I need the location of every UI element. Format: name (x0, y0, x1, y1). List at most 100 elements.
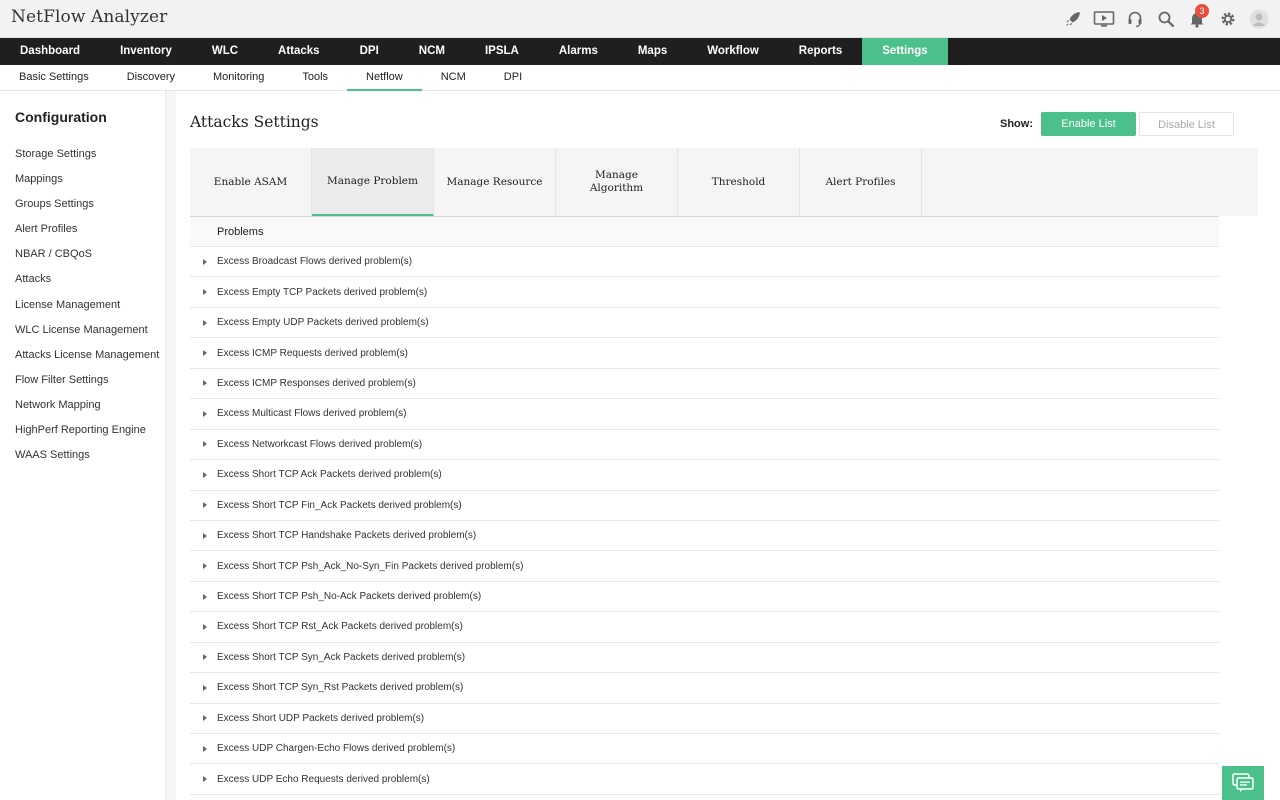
problem-row[interactable]: Excess Multicast Flows derived problem(s… (190, 399, 1219, 430)
problem-row-label: Excess Short TCP Psh_No-Ack Packets deri… (217, 591, 482, 603)
problem-row[interactable]: Excess Short TCP Syn_Rst Packets derived… (190, 673, 1219, 704)
search-icon[interactable] (1151, 0, 1181, 38)
problem-row-label: Excess ICMP Requests derived problem(s) (217, 347, 408, 359)
problem-row[interactable]: Excess Short TCP Syn_Ack Packets derived… (190, 643, 1219, 674)
expand-caret-icon[interactable] (203, 258, 207, 265)
problem-row[interactable]: Excess ICMP Requests derived problem(s) (190, 338, 1219, 369)
subnav-netflow[interactable]: Netflow (347, 65, 422, 91)
tab-alert-profiles[interactable]: Alert Profiles (800, 148, 922, 216)
subnav-dpi[interactable]: DPI (485, 65, 541, 91)
problem-row-label: Excess UDP Chargen-Echo Flows derived pr… (217, 743, 456, 755)
expand-caret-icon[interactable] (203, 593, 207, 600)
problem-row-label: Excess Short TCP Ack Packets derived pro… (217, 469, 442, 481)
problem-row[interactable]: Excess Networkcast Flows derived problem… (190, 430, 1219, 461)
expand-caret-icon[interactable] (203, 350, 207, 357)
expand-caret-icon[interactable] (203, 684, 207, 691)
problem-row[interactable]: Excess Short TCP Psh_Ack_No-Syn_Fin Pack… (190, 551, 1219, 582)
chat-button[interactable] (1222, 766, 1264, 800)
sidebar-item-network-mapping[interactable]: Network Mapping (0, 397, 165, 422)
sidebar-item-storage-settings[interactable]: Storage Settings (0, 146, 165, 171)
expand-caret-icon[interactable] (203, 715, 207, 722)
show-toggle: Show: Enable List Disable List (1000, 112, 1234, 136)
sidebar-item-wlc-license-management[interactable]: WLC License Management (0, 322, 165, 347)
subnav-discovery[interactable]: Discovery (108, 65, 194, 91)
problem-row[interactable]: Excess Short TCP Fin_Ack Packets derived… (190, 491, 1219, 521)
tab-manage-algorithm[interactable]: Manage Algorithm (556, 148, 678, 216)
subnav-basic-settings[interactable]: Basic Settings (0, 65, 108, 91)
chat-icon (1232, 773, 1254, 792)
expand-caret-icon[interactable] (203, 654, 207, 661)
expand-caret-icon[interactable] (203, 776, 207, 783)
problem-row[interactable]: Excess Short TCP Ack Packets derived pro… (190, 460, 1219, 491)
sidebar-item-alert-profiles[interactable]: Alert Profiles (0, 221, 165, 246)
disable-list-button[interactable]: Disable List (1139, 112, 1234, 136)
expand-caret-icon[interactable] (203, 745, 207, 752)
nav-inventory[interactable]: Inventory (100, 38, 192, 65)
bell-icon[interactable]: 3 (1182, 0, 1212, 38)
sidebar-item-license-management[interactable]: License Management (0, 297, 165, 322)
nav-ipsla[interactable]: IPSLA (465, 38, 539, 65)
problem-row[interactable]: Excess UDP Echo Requests derived problem… (190, 764, 1219, 795)
expand-caret-icon[interactable] (203, 289, 207, 296)
nav-dpi[interactable]: DPI (340, 38, 399, 65)
enable-list-button[interactable]: Enable List (1041, 112, 1136, 136)
show-label: Show: (1000, 118, 1033, 130)
sidebar-item-groups-settings[interactable]: Groups Settings (0, 196, 165, 221)
headset-icon[interactable] (1120, 0, 1150, 38)
expand-caret-icon[interactable] (203, 380, 207, 387)
problem-row-label: Excess UDP Echo Requests derived problem… (217, 773, 430, 785)
expand-caret-icon[interactable] (203, 410, 207, 417)
problem-row[interactable]: Excess Empty TCP Packets derived problem… (190, 277, 1219, 308)
nav-attacks[interactable]: Attacks (258, 38, 340, 65)
sidebar-gutter (166, 91, 176, 800)
nav-maps[interactable]: Maps (618, 38, 687, 65)
problem-row[interactable]: Excess UDP Chargen-Echo Flows derived pr… (190, 734, 1219, 765)
sidebar-item-flow-filter-settings[interactable]: Flow Filter Settings (0, 372, 165, 397)
tab-manage-resource[interactable]: Manage Resource (434, 148, 556, 216)
nav-wlc[interactable]: WLC (192, 38, 258, 65)
expand-caret-icon[interactable] (203, 471, 207, 478)
expand-caret-icon[interactable] (203, 319, 207, 326)
sidebar-item-nbar-cbqos[interactable]: NBAR / CBQoS (0, 246, 165, 271)
problem-row[interactable]: Excess Short TCP Rst_Ack Packets derived… (190, 612, 1219, 643)
problem-row-label: Excess Short UDP Packets derived problem… (217, 712, 425, 724)
nav-ncm[interactable]: NCM (399, 38, 465, 65)
problem-row[interactable]: Excess Short TCP Psh_No-Ack Packets deri… (190, 582, 1219, 613)
app-header: NetFlow Analyzer 3 (0, 0, 1280, 38)
gear-icon[interactable] (1213, 0, 1243, 38)
problem-row[interactable]: Excess Short TCP Handshake Packets deriv… (190, 521, 1219, 552)
expand-caret-icon[interactable] (203, 623, 207, 630)
nav-dashboard[interactable]: Dashboard (0, 38, 100, 65)
expand-caret-icon[interactable] (203, 532, 207, 539)
tab-manage-algorithm-label: Manage Algorithm (589, 169, 644, 194)
expand-caret-icon[interactable] (203, 502, 207, 509)
tab-enable-asam[interactable]: Enable ASAM (190, 148, 312, 216)
rocket-icon[interactable] (1058, 0, 1088, 38)
nav-workflow[interactable]: Workflow (687, 38, 779, 65)
nav-settings[interactable]: Settings (862, 38, 948, 65)
problem-row[interactable]: Excess ICMP Responses derived problem(s) (190, 369, 1219, 400)
nav-alarms[interactable]: Alarms (539, 38, 618, 65)
problem-row-label: Excess Short TCP Psh_Ack_No-Syn_Fin Pack… (217, 560, 524, 572)
main-content: Attacks Settings Show: Enable List Disab… (176, 91, 1280, 800)
sidebar-item-attacks[interactable]: Attacks (0, 271, 165, 296)
expand-caret-icon[interactable] (203, 441, 207, 448)
problem-row[interactable]: Excess Short UDP Packets derived problem… (190, 704, 1219, 734)
sidebar-item-highperf-reporting-engine[interactable]: HighPerf Reporting Engine (0, 422, 165, 447)
tab-manage-problem[interactable]: Manage Problem (312, 148, 434, 216)
monitor-play-icon[interactable] (1089, 0, 1119, 38)
main-nav: Dashboard Inventory WLC Attacks DPI NCM … (0, 38, 1280, 65)
expand-caret-icon[interactable] (203, 563, 207, 570)
sidebar-item-attacks-license-management[interactable]: Attacks License Management (0, 347, 165, 372)
subnav-monitoring[interactable]: Monitoring (194, 65, 283, 91)
tab-threshold[interactable]: Threshold (678, 148, 800, 216)
subnav-ncm[interactable]: NCM (422, 65, 485, 91)
problem-row-label: Excess Short TCP Fin_Ack Packets derived… (217, 499, 462, 511)
problem-row[interactable]: Excess Broadcast Flows derived problem(s… (190, 247, 1219, 278)
problem-row[interactable]: Excess Empty UDP Packets derived problem… (190, 308, 1219, 339)
sidebar-item-mappings[interactable]: Mappings (0, 171, 165, 196)
nav-reports[interactable]: Reports (779, 38, 862, 65)
sidebar-item-waas-settings[interactable]: WAAS Settings (0, 447, 165, 472)
user-avatar-icon[interactable] (1244, 0, 1274, 38)
subnav-tools[interactable]: Tools (283, 65, 347, 91)
